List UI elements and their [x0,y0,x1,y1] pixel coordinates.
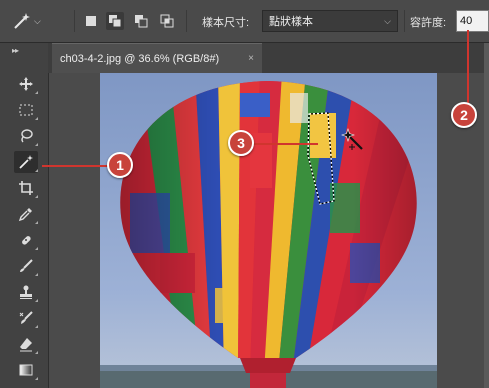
subtract-selection-icon [135,15,148,28]
options-bar: ⌵ 樣本尺寸: 點狀樣本 ⌵ 容許度: 40 [0,0,489,43]
move-icon [19,77,33,91]
magic-wand-icon [12,11,32,31]
gradient-tool[interactable] [14,359,38,381]
callout-badge: 3 [228,130,254,156]
close-icon[interactable]: × [248,53,254,64]
chevron-down-icon: ⌵ [34,15,41,26]
document-tab-bar: ch03-4-2.jpg @ 36.6% (RGB/8#) × [48,43,489,73]
intersect-selection-icon [160,14,174,28]
magic-wand-icon [19,155,33,169]
divider [186,10,187,32]
eyedropper-tool[interactable] [14,203,38,225]
gradient-icon [19,364,33,376]
sample-size-label: 樣本尺寸: [202,17,250,29]
tools-panel: ▸▸ [0,43,49,388]
magic-wand-tool[interactable] [14,151,38,173]
marquee-tool[interactable] [14,99,38,121]
new-selection-icon [86,16,96,26]
move-tool[interactable] [14,73,38,95]
crop-tool[interactable] [14,177,38,199]
brush-tool[interactable] [14,255,38,277]
lasso-icon [21,129,33,143]
tolerance-label: 容許度: [410,17,447,29]
eraser-icon [20,338,32,352]
divider [404,10,405,32]
eraser-tool[interactable] [14,333,38,355]
tolerance-input[interactable]: 40 [456,10,489,32]
canvas-area[interactable] [49,73,489,388]
spot-healing-tool[interactable] [14,229,38,251]
collapse-panel-icon[interactable]: ▸▸ [12,46,19,55]
chevron-down-icon: ⌵ [384,15,391,26]
add-to-selection-button[interactable] [106,12,124,30]
history-brush-tool[interactable] [14,307,38,329]
callout-badge: 2 [451,102,477,128]
crop-icon [19,181,33,195]
bandage-icon [22,236,31,245]
subtract-from-selection-button[interactable] [132,12,150,30]
eyedropper-icon [18,208,32,222]
new-selection-button[interactable] [82,12,100,30]
scrollbar[interactable] [484,43,489,388]
add-selection-icon [109,15,122,28]
tool-preset-picker[interactable]: ⌵ [12,10,52,32]
clone-stamp-tool[interactable] [14,281,38,303]
balloon-photo[interactable] [100,73,437,388]
document-tab[interactable]: ch03-4-2.jpg @ 36.6% (RGB/8#) × [52,43,262,73]
stamp-icon [20,285,32,299]
history-brush-icon [19,311,33,324]
callout-line [246,143,318,145]
callout-badge: 1 [107,152,133,178]
sample-size-select[interactable]: 點狀樣本 ⌵ [262,10,398,32]
marquee-icon [19,104,33,116]
sample-size-value: 點狀樣本 [269,16,313,28]
intersect-selection-button[interactable] [158,12,176,30]
lasso-tool[interactable] [14,125,38,147]
brush-icon [20,259,33,272]
divider [74,10,75,32]
document-tab-title: ch03-4-2.jpg @ 36.6% (RGB/8#) [60,52,220,65]
